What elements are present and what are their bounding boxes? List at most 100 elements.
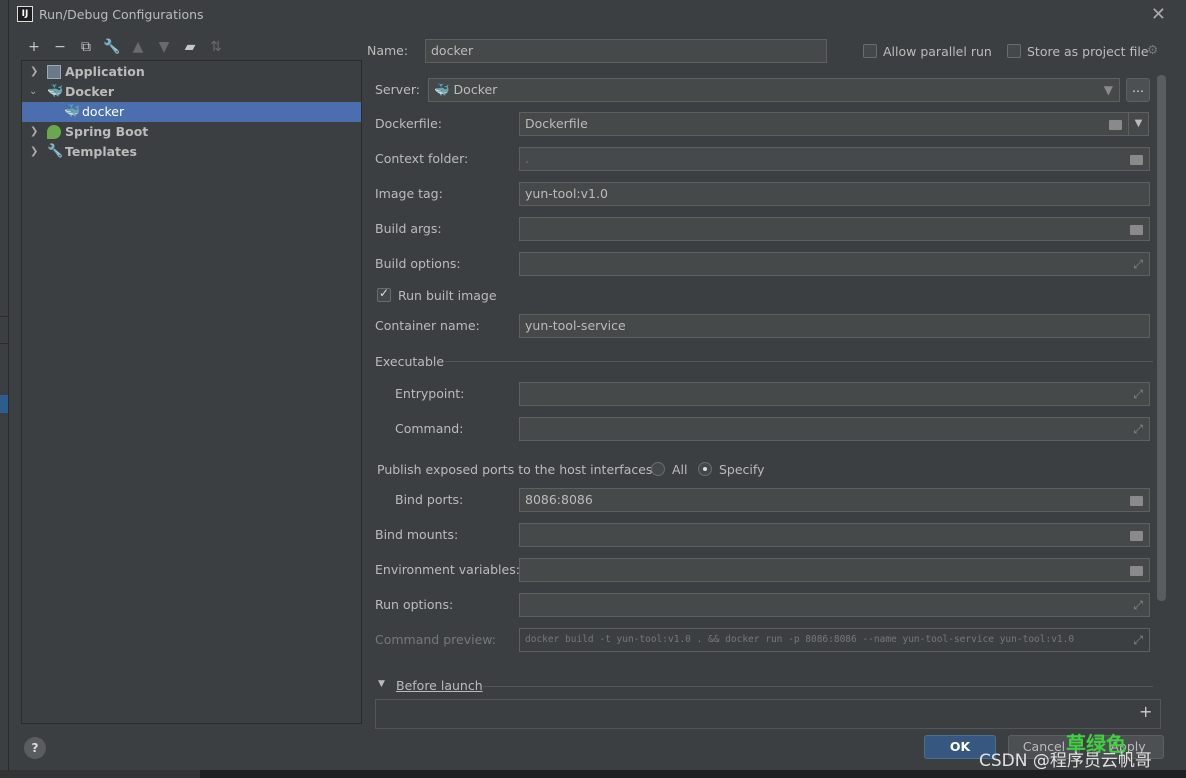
folder-icon[interactable] — [1130, 559, 1143, 581]
folder-icon[interactable] — [1130, 148, 1143, 170]
allow-parallel-checkbox[interactable] — [863, 44, 877, 58]
executable-section-title: Executable — [375, 354, 445, 369]
server-label: Server: — [375, 82, 420, 97]
build-options-input[interactable]: ⤢ — [519, 252, 1150, 276]
server-more-button[interactable]: ... — [1126, 78, 1150, 102]
move-up-icon[interactable]: ▲ — [129, 38, 147, 56]
build-args-label: Build args: — [375, 221, 442, 236]
add-task-icon[interactable]: + — [1139, 702, 1152, 721]
chevron-right-icon: ❯ — [30, 126, 39, 137]
tree-item-docker-config[interactable]: 🐳 docker — [22, 102, 361, 122]
command-preview-field: docker build -t yun-tool:v1.0 . && docke… — [519, 628, 1150, 652]
container-name-input[interactable]: yun-tool-service — [519, 314, 1150, 338]
tree-item-application[interactable]: ❯ Application — [22, 62, 361, 82]
chevron-down-icon: ▼ — [1103, 83, 1113, 97]
before-launch-list[interactable] — [375, 699, 1161, 729]
bind-mounts-label: Bind mounts: — [375, 527, 459, 542]
docker-icon: 🐳 — [64, 104, 81, 119]
server-select[interactable]: 🐳 Docker ▼ — [428, 78, 1120, 102]
intellij-icon: IJ — [17, 6, 33, 22]
vertical-scrollbar[interactable] — [1157, 75, 1166, 601]
section-divider — [445, 361, 1153, 362]
folder-icon[interactable] — [1130, 218, 1143, 240]
configuration-tree: ❯ Application ⌄ 🐳 Docker 🐳 docker ❯ Spri… — [21, 60, 362, 724]
store-project-checkbox[interactable] — [1007, 44, 1021, 58]
image-tag-input[interactable]: yun-tool:v1.0 — [519, 182, 1150, 206]
entrypoint-label: Entrypoint: — [395, 386, 465, 401]
expand-icon[interactable]: ⤢ — [1133, 253, 1143, 275]
remove-icon[interactable]: − — [51, 38, 69, 56]
window-title: Run/Debug Configurations — [39, 7, 204, 22]
spring-boot-icon — [47, 125, 61, 139]
dockerfile-label: Dockerfile: — [375, 116, 443, 131]
entrypoint-input[interactable]: ⤢ — [519, 382, 1150, 406]
allow-parallel-label: Allow parallel run — [883, 44, 992, 59]
server-value: Docker — [453, 82, 498, 97]
add-icon[interactable]: + — [25, 38, 43, 56]
image-tag-label: Image tag: — [375, 186, 443, 201]
run-built-image-label: Run built image — [398, 288, 497, 303]
container-name-label: Container name: — [375, 318, 480, 333]
copy-icon[interactable]: ⧉ — [77, 38, 95, 56]
sort-icon[interactable]: ⇅ — [207, 38, 225, 56]
folder-icon[interactable] — [1130, 489, 1143, 511]
dockerfile-value: Dockerfile — [525, 116, 588, 131]
build-args-input[interactable] — [519, 217, 1150, 241]
expand-icon[interactable]: ⤢ — [1133, 383, 1143, 405]
tree-item-label: Templates — [65, 144, 137, 159]
expand-icon[interactable]: ⤢ — [1129, 629, 1143, 651]
expand-icon[interactable]: ⤢ — [1133, 418, 1143, 440]
chevron-down-icon: ⌄ — [29, 86, 38, 97]
tree-item-templates[interactable]: ❯ 🔧 Templates — [22, 142, 361, 162]
new-folder-icon[interactable]: ▰ — [181, 38, 199, 56]
chevron-right-icon: ❯ — [30, 66, 39, 77]
tree-item-docker[interactable]: ⌄ 🐳 Docker — [22, 82, 361, 102]
folder-icon[interactable] — [1130, 524, 1143, 546]
store-project-label: Store as project file — [1027, 44, 1149, 59]
bind-ports-label: Bind ports: — [395, 492, 464, 507]
context-folder-value: . — [525, 151, 529, 166]
environment-variables-label: Environment variables: — [375, 562, 520, 577]
folder-icon[interactable] — [1109, 113, 1122, 135]
publish-all-label: All — [672, 462, 688, 477]
publish-specify-label: Specify — [719, 462, 765, 477]
close-icon[interactable]: ✕ — [1151, 4, 1166, 25]
collapse-triangle-icon[interactable]: ▼ — [378, 679, 385, 689]
chevron-right-icon: ❯ — [30, 146, 39, 157]
watermark-csdn: CSDN @程序员云帆哥 — [979, 751, 1152, 771]
expand-icon[interactable]: ⤢ — [1133, 594, 1143, 616]
before-launch-label: Before launch — [396, 678, 483, 693]
background-window-strip — [0, 0, 8, 778]
tree-item-spring-boot[interactable]: ❯ Spring Boot — [22, 122, 361, 142]
name-input[interactable]: docker — [425, 39, 827, 63]
name-label: Name: — [367, 43, 409, 58]
publish-ports-label: Publish exposed ports to the host interf… — [377, 462, 657, 477]
command-input[interactable]: ⤢ — [519, 417, 1150, 441]
command-preview-label: Command preview: — [375, 632, 497, 647]
wrench-icon: 🔧 — [47, 144, 64, 159]
environment-variables-input[interactable] — [519, 558, 1150, 582]
move-down-icon[interactable]: ▼ — [155, 38, 173, 56]
background-bottom-bar — [0, 770, 1186, 778]
tree-item-label: docker — [82, 104, 125, 119]
run-debug-dialog: IJ Run/Debug Configurations ✕ + − ⧉ 🔧 ▲ … — [8, 0, 1186, 771]
gear-icon[interactable]: ⚙ — [1147, 42, 1158, 57]
bind-ports-input[interactable]: 8086:8086 — [519, 488, 1150, 512]
context-folder-input[interactable]: . — [519, 147, 1150, 171]
title-bar: IJ Run/Debug Configurations ✕ — [9, 0, 1186, 30]
run-options-input[interactable]: ⤢ — [519, 593, 1150, 617]
command-preview-value: docker build -t yun-tool:v1.0 . && docke… — [525, 634, 1075, 645]
tree-item-label: Application — [65, 64, 145, 79]
dockerfile-dropdown[interactable]: ▼ — [1128, 112, 1149, 136]
edit-defaults-wrench-icon[interactable]: 🔧 — [103, 38, 121, 56]
context-folder-label: Context folder: — [375, 151, 469, 166]
run-options-label: Run options: — [375, 597, 454, 612]
publish-all-radio[interactable] — [651, 462, 665, 476]
dockerfile-input[interactable]: Dockerfile — [519, 112, 1129, 136]
section-divider — [483, 686, 1153, 687]
before-launch-title[interactable]: Before launch — [396, 678, 483, 693]
help-button[interactable]: ? — [24, 737, 46, 759]
run-built-image-checkbox[interactable] — [377, 286, 391, 302]
bind-mounts-input[interactable] — [519, 523, 1150, 547]
publish-specify-radio[interactable] — [698, 462, 712, 476]
